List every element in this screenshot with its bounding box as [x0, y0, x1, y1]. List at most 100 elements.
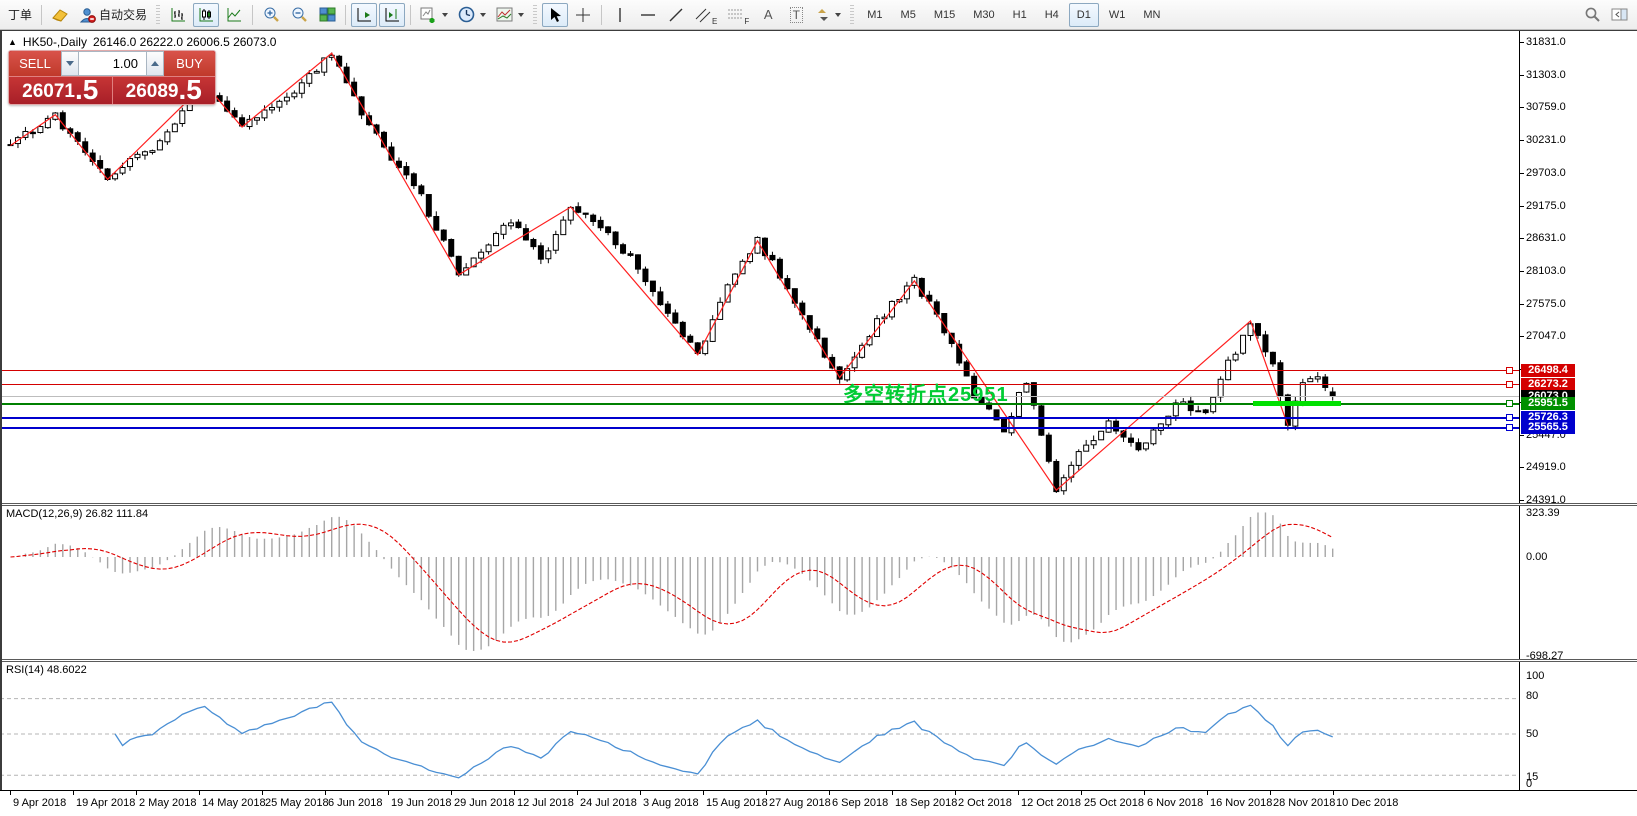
main-chart[interactable]	[0, 32, 1519, 503]
hline-handle[interactable]	[1506, 414, 1513, 421]
price-tick-label: 24919.0	[1526, 461, 1566, 473]
price-hline[interactable]	[0, 396, 1519, 397]
panel-toggle-button[interactable]	[1607, 3, 1633, 27]
timeframe-m30[interactable]: M30	[965, 3, 1002, 27]
vertical-line-icon	[614, 7, 626, 23]
rsi-tick-label: 100	[1526, 670, 1544, 682]
pane-separator[interactable]	[0, 503, 1637, 506]
chart-header: ▲ HK50-,Daily 26146.0 26222.0 26006.5 26…	[8, 35, 276, 49]
volume-up-button[interactable]	[146, 51, 164, 76]
auto-scroll-button[interactable]	[351, 3, 377, 27]
tile-windows-button[interactable]	[314, 3, 340, 27]
periods-button[interactable]	[454, 3, 490, 27]
date-label: 27 Aug 2018	[769, 797, 831, 809]
price-hline[interactable]	[0, 384, 1519, 385]
orders-button[interactable]: 丁单	[4, 3, 36, 27]
timeframe-h1[interactable]: H1	[1005, 3, 1035, 27]
date-label: 28 Nov 2018	[1273, 797, 1335, 809]
timeframe-m15[interactable]: M15	[926, 3, 963, 27]
rsi-pane[interactable]	[0, 661, 1519, 790]
buy-button[interactable]: BUY	[164, 51, 215, 76]
macd-tick-label: 0.00	[1526, 551, 1547, 563]
buy-price[interactable]: 26089 .5	[113, 77, 216, 104]
tile-windows-icon	[319, 7, 336, 22]
price-tick	[1520, 304, 1524, 305]
price-hline[interactable]	[0, 427, 1519, 429]
zoom-out-button[interactable]	[286, 3, 312, 27]
price-tick	[1520, 435, 1524, 436]
text-label-button[interactable]: T	[783, 3, 809, 27]
text-button[interactable]: A	[755, 3, 781, 27]
trendline-button[interactable]	[663, 3, 689, 27]
vertical-line-button[interactable]	[607, 3, 633, 27]
one-click-trading-panel: SELL BUY 26071 .5 26089 .5	[8, 50, 216, 105]
sell-button[interactable]: SELL	[9, 51, 61, 76]
candlestick-chart-button[interactable]	[193, 3, 219, 27]
price-hline-label: 25951.5	[1521, 397, 1575, 410]
highlight-segment[interactable]	[1253, 401, 1341, 406]
line-chart-button[interactable]	[221, 3, 247, 27]
date-label: 2 Oct 2018	[958, 797, 1012, 809]
timeframe-w1[interactable]: W1	[1101, 3, 1134, 27]
fibonacci-button[interactable]: F	[723, 3, 753, 27]
volume-input[interactable]	[79, 51, 146, 76]
date-label: 15 Aug 2018	[706, 797, 768, 809]
hline-handle[interactable]	[1506, 381, 1513, 388]
timeframe-m5[interactable]: M5	[893, 3, 924, 27]
symbol-period-label: HK50-,Daily	[23, 35, 87, 49]
price-tick	[1520, 173, 1524, 174]
new-chart-button[interactable]	[416, 3, 452, 27]
date-label: 6 Nov 2018	[1147, 797, 1203, 809]
chart-window: ▲ HK50-,Daily 26146.0 26222.0 26006.5 26…	[0, 30, 1637, 816]
horizontal-line-button[interactable]	[635, 3, 661, 27]
horizontal-line-icon	[640, 9, 656, 21]
rsi-label: RSI(14) 48.6022	[6, 664, 87, 676]
chart-shift-icon	[384, 7, 400, 23]
macd-pane[interactable]	[0, 505, 1519, 659]
line-chart-icon	[226, 7, 242, 23]
timeframe-mn[interactable]: MN	[1135, 3, 1168, 27]
price-tick-label: 27575.0	[1526, 298, 1566, 310]
timeframe-m1[interactable]: M1	[859, 3, 890, 27]
pane-separator[interactable]	[0, 659, 1637, 662]
crosshair-icon	[575, 7, 591, 23]
volume-down-button[interactable]	[61, 51, 79, 76]
dropdown-arrow-icon	[518, 13, 524, 17]
cursor-button[interactable]	[542, 3, 568, 27]
chart-shift-button[interactable]	[379, 3, 405, 27]
price-tick	[1520, 75, 1524, 76]
date-label: 9 Apr 2018	[13, 797, 66, 809]
search-button[interactable]	[1579, 3, 1605, 27]
sell-price[interactable]: 26071 .5	[9, 77, 113, 104]
timeframe-d1[interactable]: D1	[1069, 3, 1099, 27]
toolbar-drag-handle[interactable]	[156, 5, 160, 25]
arrows-button[interactable]	[811, 3, 845, 27]
collapse-arrow-icon[interactable]: ▲	[8, 37, 17, 47]
indicators-button[interactable]	[492, 3, 528, 27]
crosshair-button[interactable]	[570, 3, 596, 27]
date-axis[interactable]: 9 Apr 201819 Apr 20182 May 201814 May 20…	[0, 790, 1637, 816]
zoom-in-button[interactable]	[258, 3, 284, 27]
dropdown-arrow-icon	[835, 13, 841, 17]
toolbar-drag-handle[interactable]	[850, 5, 854, 25]
bar-chart-button[interactable]	[165, 3, 191, 27]
auto-trading-button[interactable]: 自动交易	[75, 3, 151, 27]
arrows-icon	[815, 7, 830, 22]
date-tick	[451, 791, 452, 795]
toolbar-separator	[601, 5, 602, 25]
price-hline[interactable]	[0, 370, 1519, 371]
new-order-button[interactable]	[47, 3, 73, 27]
chart-annotation[interactable]: 多空转折点25951	[843, 378, 1009, 407]
timeframe-h4[interactable]: H4	[1037, 3, 1067, 27]
hline-handle[interactable]	[1506, 367, 1513, 374]
buy-price-int: 26089	[126, 81, 179, 103]
toolbar-drag-handle[interactable]	[533, 5, 537, 25]
price-hline[interactable]	[0, 417, 1519, 419]
date-label: 19 Jun 2018	[391, 797, 452, 809]
channel-subscript: E	[712, 17, 717, 26]
hline-handle[interactable]	[1506, 424, 1513, 431]
auto-trading-label: 自动交易	[99, 6, 147, 23]
hline-handle[interactable]	[1506, 400, 1513, 407]
new-order-icon	[51, 7, 69, 23]
equidistant-channel-button[interactable]: E	[691, 3, 721, 27]
